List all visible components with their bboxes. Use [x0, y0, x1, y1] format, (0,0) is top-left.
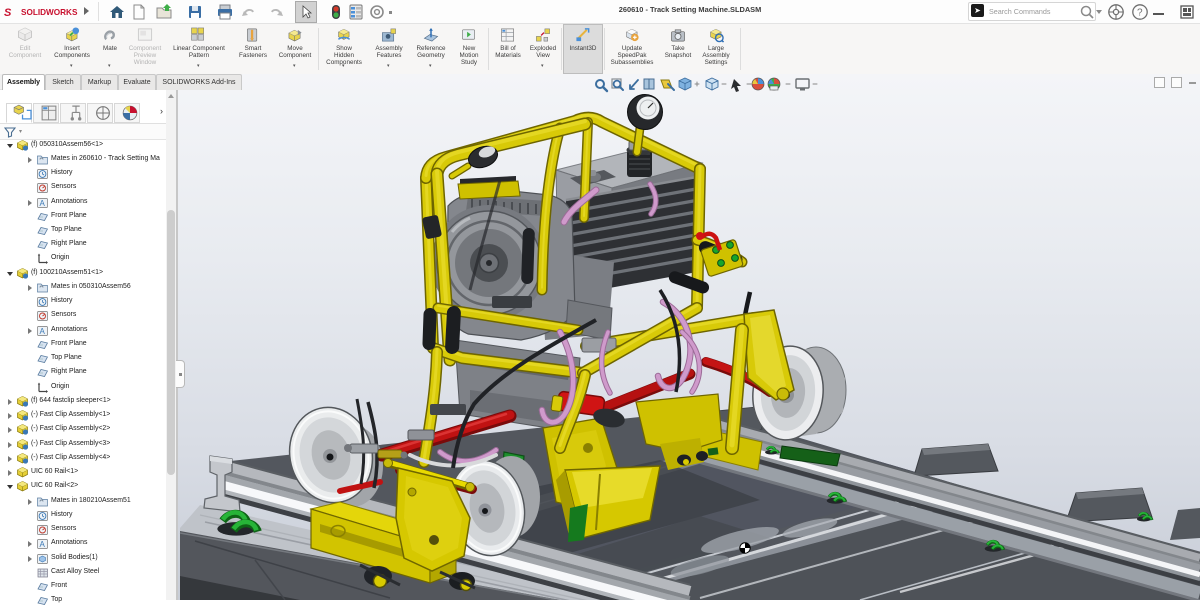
- svg-text:𝒭S: 𝒭S: [4, 7, 12, 19]
- svg-text:SOLIDWORKS: SOLIDWORKS: [21, 8, 78, 17]
- svg-text:A: A: [40, 199, 46, 208]
- svg-text:A: A: [40, 327, 46, 336]
- svg-text:?: ?: [1137, 8, 1143, 19]
- svg-text:A: A: [40, 540, 46, 549]
